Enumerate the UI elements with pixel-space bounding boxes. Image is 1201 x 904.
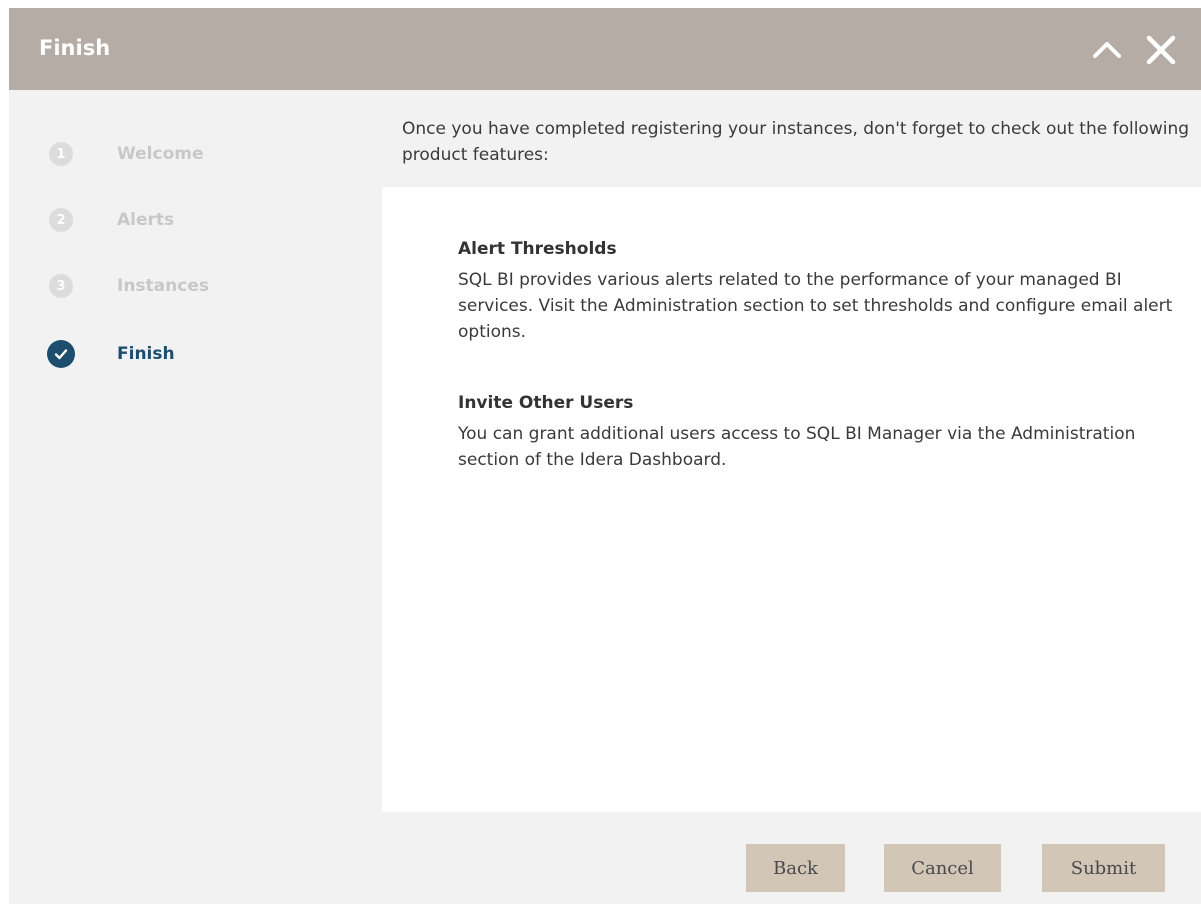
feature-invite-users: Invite Other Users You can grant additio… bbox=[458, 391, 1178, 473]
feature-heading: Alert Thresholds bbox=[458, 239, 617, 259]
close-icon bbox=[1146, 35, 1176, 65]
back-button[interactable]: Back bbox=[746, 844, 845, 892]
dialog-titlebar: Finish bbox=[9, 8, 1201, 90]
chevron-up-icon bbox=[1093, 42, 1121, 58]
cancel-button[interactable]: Cancel bbox=[884, 844, 1001, 892]
intro-banner: Once you have completed registering your… bbox=[382, 90, 1201, 187]
wizard-dialog: Finish 1 Welcome 2 Alerts 3 Instances Fi… bbox=[9, 8, 1201, 904]
step-finish[interactable]: Finish bbox=[47, 336, 175, 372]
check-circle-icon bbox=[47, 340, 75, 368]
wizard-steps-sidebar: 1 Welcome 2 Alerts 3 Instances Finish bbox=[9, 90, 382, 812]
step-instances[interactable]: 3 Instances bbox=[49, 268, 209, 304]
dialog-title: Finish bbox=[39, 36, 111, 60]
dialog-footer: Back Cancel Submit bbox=[9, 812, 1201, 904]
step-welcome[interactable]: 1 Welcome bbox=[49, 136, 204, 172]
submit-button[interactable]: Submit bbox=[1042, 844, 1165, 892]
collapse-button[interactable] bbox=[1085, 28, 1129, 72]
step-label: Finish bbox=[117, 344, 175, 364]
feature-alert-thresholds: Alert Thresholds SQL BI provides various… bbox=[458, 237, 1178, 345]
step-number-badge: 3 bbox=[49, 274, 73, 298]
step-number-badge: 2 bbox=[49, 208, 73, 232]
close-button[interactable] bbox=[1139, 28, 1183, 72]
step-alerts[interactable]: 2 Alerts bbox=[49, 202, 174, 238]
feature-body: SQL BI provides various alerts related t… bbox=[458, 270, 1173, 342]
feature-heading: Invite Other Users bbox=[458, 393, 634, 413]
intro-text: Once you have completed registering your… bbox=[402, 119, 1190, 165]
step-label: Welcome bbox=[117, 144, 204, 164]
step-label: Alerts bbox=[117, 210, 175, 230]
step-number-badge: 1 bbox=[49, 142, 73, 166]
feature-body: You can grant additional users access to… bbox=[458, 424, 1136, 470]
wizard-content: Once you have completed registering your… bbox=[382, 90, 1201, 812]
step-label: Instances bbox=[117, 276, 209, 296]
